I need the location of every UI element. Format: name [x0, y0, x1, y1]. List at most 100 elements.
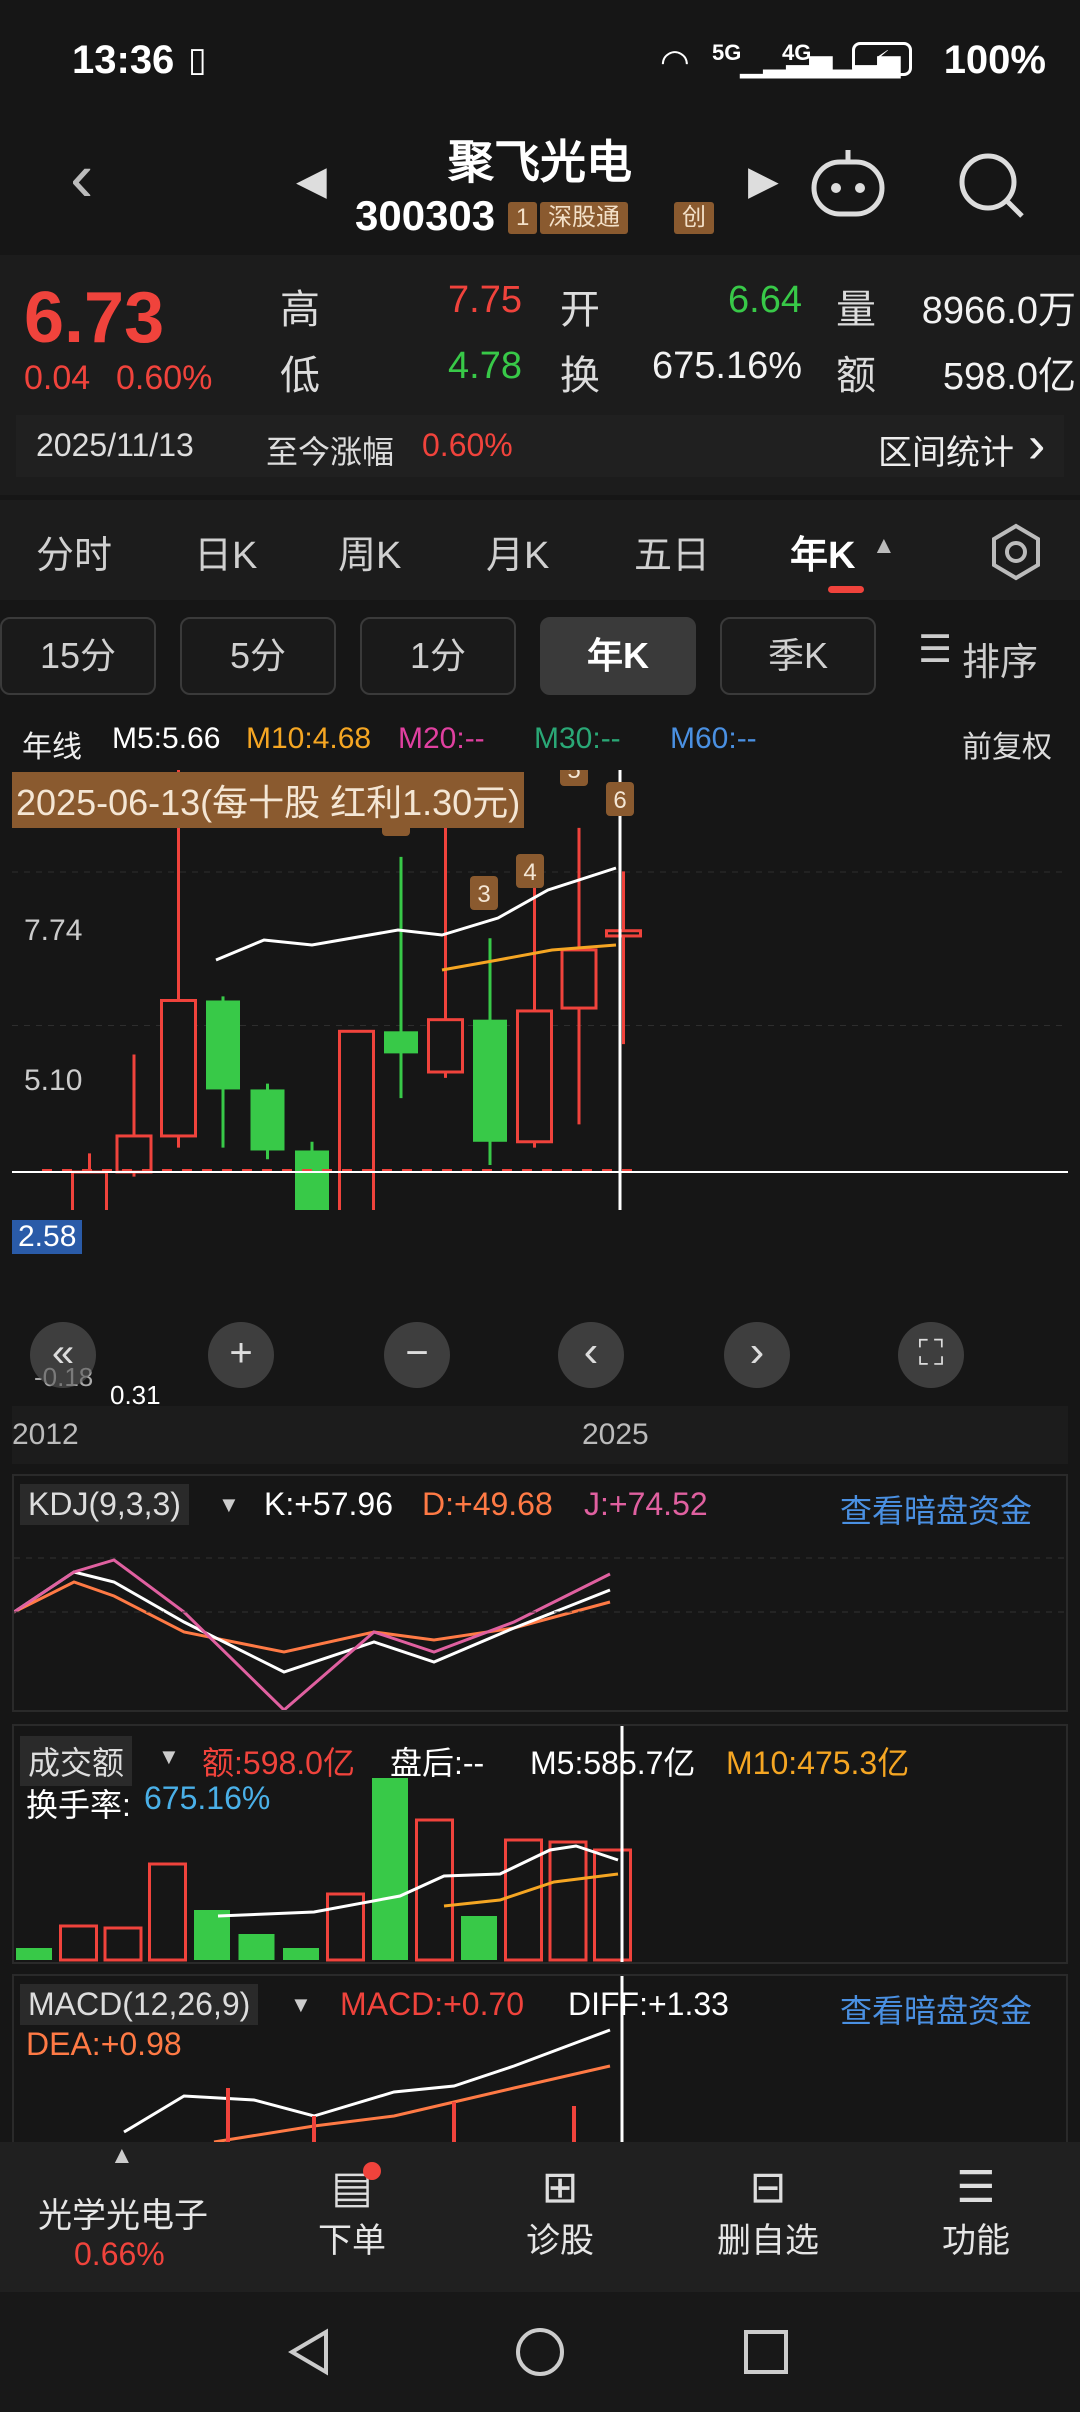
ma20-label: M20:-- — [398, 722, 485, 755]
vibrate-icon: ▯ — [188, 41, 207, 79]
order-icon: ▤ — [331, 2162, 381, 2213]
subtab-5min[interactable]: 5分 — [180, 617, 336, 695]
nav-home-icon[interactable] — [514, 2326, 566, 2378]
amount-bar-13 — [593, 1848, 632, 1962]
order-label: 下单 — [318, 2222, 386, 2260]
remove-watchlist-button[interactable]: ⊟ 删自选 — [688, 2162, 848, 2262]
candle-body-9 — [427, 1018, 464, 1074]
diagnose-button[interactable]: ⊞ 诊股 — [480, 2162, 640, 2262]
open-value: 6.64 — [728, 279, 802, 321]
ma5-label: M5:5.66 — [112, 722, 221, 755]
candle-body-11 — [516, 1009, 553, 1144]
amount-bar-4 — [194, 1910, 230, 1960]
low-label: 低 — [280, 354, 320, 398]
kdj-d-value: D:+49.68 — [422, 1486, 553, 1522]
subtab-quarter-k[interactable]: 季K — [720, 617, 876, 695]
robot-assistant-icon[interactable] — [808, 144, 888, 220]
system-nav-bar — [0, 2292, 1080, 2412]
kdj-selector[interactable]: KDJ(9,3,3) — [20, 1484, 189, 1525]
volume-value: 8966.0万 — [921, 290, 1076, 332]
amount-label: 额 — [836, 354, 876, 398]
event-marker-label-6: 6 — [613, 787, 626, 814]
nav-back-icon[interactable] — [284, 2326, 336, 2378]
interval-stats-label[interactable]: 区间统计 — [878, 425, 1014, 474]
amount-bar-10 — [461, 1916, 497, 1960]
sort-menu-icon[interactable]: ☰ — [918, 627, 952, 672]
ma5-line — [215, 866, 617, 962]
battery-icon: ⚡ — [852, 42, 912, 76]
kline-chart[interactable]: 13456 — [12, 770, 1068, 1210]
jump-start-icon[interactable]: « — [30, 1322, 96, 1388]
active-tab-indicator — [828, 586, 864, 593]
search-icon[interactable] — [956, 150, 1028, 222]
amount-bar-2 — [103, 1926, 143, 1962]
since-pct: 0.60% — [422, 427, 513, 463]
y-axis-label-1: 7.74 — [24, 914, 83, 947]
candle-body-5 — [250, 1089, 285, 1151]
amount-bars — [16, 1726, 632, 1962]
candle-body-10 — [473, 1019, 507, 1142]
kdj-dark-pool-link[interactable]: 查看暗盘资金 — [840, 1486, 1032, 1532]
wifi-icon: ◠ — [660, 43, 690, 81]
stock-name: 聚飞光电 — [448, 136, 632, 188]
next-stock-icon[interactable]: ▶ — [748, 158, 779, 204]
ma60-label: M60:-- — [670, 722, 757, 755]
tab-month-k[interactable]: 月K — [486, 524, 549, 579]
order-button[interactable]: ▤ 下单 — [272, 2162, 432, 2262]
candle-body-7 — [338, 1029, 375, 1210]
app-root: 13:36 ▯ ◠ 5G ▁▂▃▅ 4G ▁▂▃▅ ⚡ 100% ‹ ◀ 聚飞光… — [0, 0, 1080, 2412]
amount-value: 598.0亿 — [942, 356, 1076, 398]
tab-intraday[interactable]: 分时 — [36, 524, 112, 579]
kdj-j-value: J:+74.52 — [584, 1486, 708, 1522]
stock-code: 300303 — [355, 192, 496, 239]
diagnose-label: 诊股 — [526, 2222, 594, 2260]
price-change: 0.04 — [24, 359, 91, 397]
zoom-out-icon[interactable]: − — [384, 1322, 450, 1388]
subtab-1min[interactable]: 1分 — [360, 617, 516, 695]
kdj-dropdown-icon: ▼ — [218, 1492, 240, 1517]
amount-bar-6 — [283, 1948, 319, 1960]
ma10-label: M10:4.68 — [246, 722, 372, 755]
candle-body-8 — [384, 1031, 418, 1054]
function-menu-icon: ☰ — [956, 2163, 996, 2212]
kdj-k-value: K:+57.96 — [264, 1486, 393, 1522]
level-tag: 1 — [508, 202, 538, 234]
macd-lines — [123, 1976, 624, 2142]
tab-year-k[interactable]: 年K — [790, 524, 855, 579]
status-bar: 13:36 ▯ ◠ 5G ▁▂▃▅ 4G ▁▂▃▅ ⚡ 100% — [0, 0, 1080, 120]
low-value: 4.78 — [448, 345, 522, 387]
sector-name[interactable]: 光学光电子 — [38, 2188, 208, 2237]
fullscreen-icon[interactable]: ⛶ — [898, 1322, 964, 1388]
ma30-label: M30:-- — [534, 722, 621, 755]
adjust-mode-label[interactable]: 前复权 — [962, 722, 1052, 766]
tab-five-day[interactable]: 五日 — [634, 524, 710, 579]
candle-body-3 — [160, 998, 197, 1138]
tab-week-k[interactable]: 周K — [338, 524, 401, 579]
nav-recents-icon[interactable] — [742, 2328, 790, 2376]
signal-5g-label: 5G — [712, 40, 742, 65]
zoom-in-icon[interactable]: + — [208, 1322, 274, 1388]
since-label: 至今涨幅 — [266, 434, 395, 470]
function-button[interactable]: ☰ 功能 — [896, 2162, 1056, 2262]
diagnose-icon: ⊞ — [541, 2163, 579, 2212]
subtab-year-k[interactable]: 年K — [540, 617, 696, 695]
candle-body-6 — [295, 1150, 329, 1210]
kdj-lines — [14, 1557, 1066, 1710]
chart-settings-icon[interactable] — [986, 522, 1046, 582]
remove-watchlist-label: 删自选 — [717, 2222, 819, 2260]
subtab-15min[interactable]: 15分 — [0, 617, 156, 695]
open-label: 开 — [560, 288, 600, 332]
amount-bar-12 — [548, 1840, 588, 1962]
event-marker-label-4: 4 — [523, 859, 536, 886]
candle-body-2 — [115, 1134, 153, 1174]
interval-row[interactable]: 2025/11/13 至今涨幅 0.60% 区间统计 › — [16, 415, 1064, 477]
sort-label[interactable]: 排序 — [962, 631, 1038, 686]
scroll-left-icon[interactable]: ‹ — [558, 1322, 624, 1388]
tab-day-k[interactable]: 日K — [194, 524, 257, 579]
macd-panel: MACD(12,26,9) ▼ MACD:+0.70 DIFF:+1.33 查看… — [12, 1974, 1068, 2142]
bottom-toolbar: ▲ 光学光电子 0.66% ▤ 下单 ⊞ 诊股 ⊟ 删自选 ☰ 功能 — [0, 2142, 1080, 2292]
turnover-label: 换 — [560, 354, 600, 398]
tab-caret-up-icon: ▲ — [872, 532, 896, 559]
scroll-right-icon[interactable]: › — [724, 1322, 790, 1388]
amount-bar-5 — [238, 1934, 275, 1960]
